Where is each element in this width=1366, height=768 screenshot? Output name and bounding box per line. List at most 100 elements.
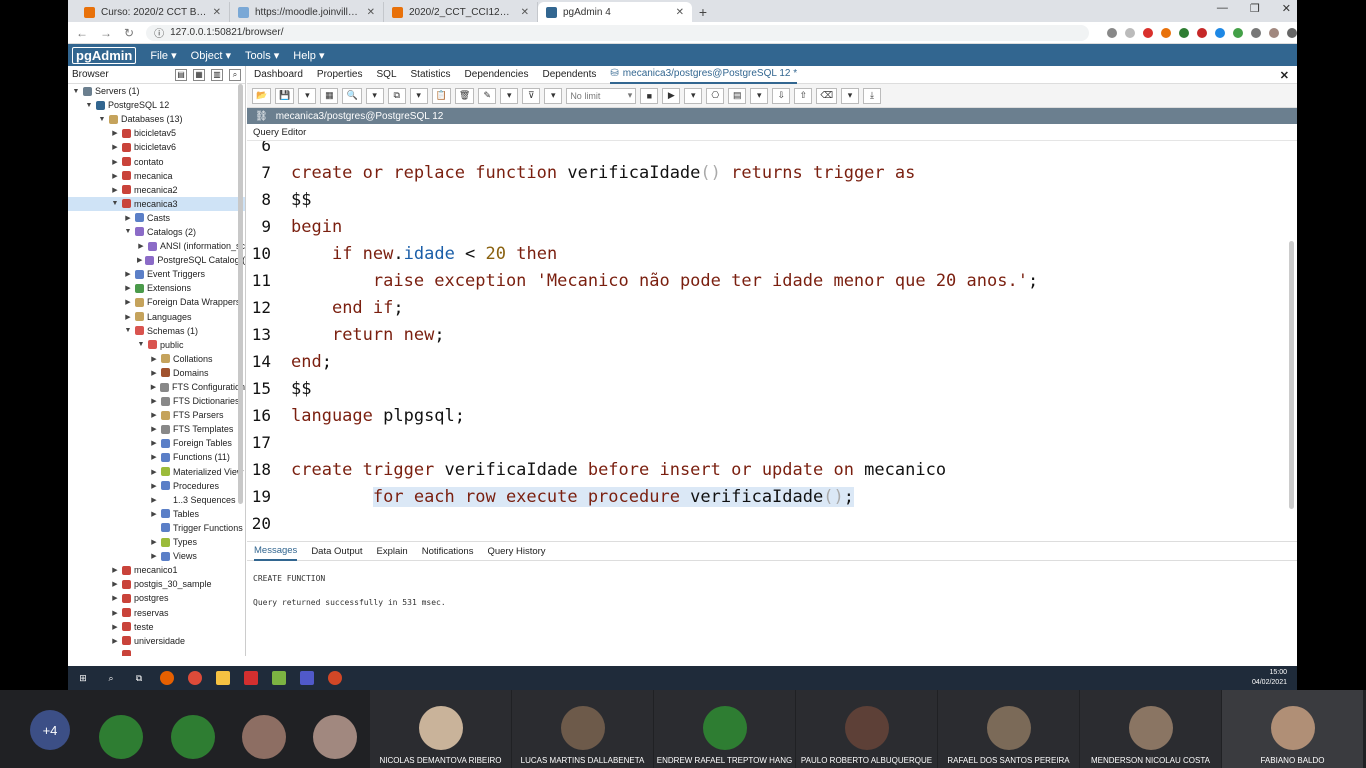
chevron-right-icon[interactable]: ▶ [111, 158, 119, 166]
menu-help[interactable]: Help ▾ [293, 49, 324, 62]
reload-icon[interactable]: ↻ [124, 26, 134, 40]
tree-node[interactable]: ▶ postgis_30_sample [68, 577, 245, 591]
tree-node[interactable]: ▶ mecanico1 [68, 563, 245, 577]
tree-node[interactable]: ▶ Views [68, 549, 245, 563]
tree-node[interactable]: ... [68, 648, 245, 656]
chevron-right-icon[interactable]: ▶ [150, 552, 158, 560]
tree-node[interactable]: ▶ FTS Dictionaries [68, 394, 245, 408]
filter-icon[interactable]: ⊽ [522, 87, 541, 104]
url-field[interactable]: ⓘ 127.0.0.1:50821/browser/ [146, 24, 1089, 41]
extension-icon[interactable] [1143, 27, 1153, 38]
rollback-icon[interactable]: ⇧ [794, 87, 813, 104]
close-tab-icon[interactable]: ✕ [367, 7, 375, 18]
tree-node[interactable]: ▶ Casts [68, 211, 245, 225]
tab-query-tool[interactable]: ⛁ mecanica3/postgres@PostgreSQL 12 * [610, 66, 798, 84]
tree-node[interactable]: ▼ PostgreSQL 12 [68, 98, 245, 112]
limit-select[interactable]: No limit ▾ [566, 87, 637, 104]
execute-icon[interactable]: ▶ [662, 87, 681, 104]
chevron-right-icon[interactable]: ▶ [150, 496, 158, 504]
teams-icon[interactable] [300, 671, 314, 685]
tree-node[interactable]: ▶ Extensions [68, 281, 245, 295]
chevron-down-icon[interactable]: ▾ [684, 87, 703, 104]
tree-node[interactable]: ▶ FTS Templates [68, 422, 245, 436]
menu-object[interactable]: Object ▾ [191, 49, 231, 62]
tree-node[interactable]: ▼ Servers (1) [68, 84, 245, 98]
delete-icon[interactable]: 🗑 [454, 87, 475, 104]
tab-query-history[interactable]: Query History [487, 546, 545, 557]
tree-node[interactable]: ▶ PostgreSQL Catalog ( [68, 253, 245, 267]
browser-tab[interactable]: 2020/2_CCT_CCI122-05U_BAN20 ✕ [384, 2, 538, 22]
close-tab-icon[interactable]: ✕ [521, 7, 529, 18]
minimize-icon[interactable]: — [1217, 2, 1228, 15]
chevron-down-icon[interactable]: ▼ [98, 116, 106, 123]
find-icon[interactable]: 🔍 [342, 87, 362, 104]
download-icon[interactable]: ⤓ [863, 87, 882, 104]
chevron-down-icon[interactable]: ▾ [544, 87, 563, 104]
windows-start-icon[interactable]: ⊞ [76, 671, 90, 685]
puzzle-icon[interactable] [1251, 27, 1261, 38]
chevron-down-icon[interactable]: ▼ [124, 327, 132, 334]
tab-explain[interactable]: Explain [377, 546, 408, 557]
chevron-right-icon[interactable]: ▶ [150, 425, 158, 433]
tree-node[interactable]: ▶ postgres [68, 591, 245, 605]
extension-icon[interactable] [1197, 27, 1207, 38]
back-icon[interactable]: ← [76, 26, 88, 40]
chevron-right-icon[interactable]: ▶ [150, 369, 158, 377]
copy-icon[interactable]: ⧉ [387, 87, 406, 104]
chevron-right-icon[interactable]: ▶ [111, 143, 119, 151]
tree-node[interactable]: ▶ Collations [68, 352, 245, 366]
commit-icon[interactable]: ⇩ [772, 87, 791, 104]
explain-analyze-icon[interactable]: ▤ [728, 87, 747, 104]
connection-label[interactable]: mecanica3/postgres@PostgreSQL 12 [276, 111, 444, 122]
tree-node[interactable]: ▶ bicicletav5 [68, 126, 245, 140]
menu-dots-icon[interactable] [1287, 27, 1297, 38]
task-view-icon[interactable]: ⧉ [132, 671, 146, 685]
chevron-right-icon[interactable]: ▶ [111, 172, 119, 180]
participant-avatar-tile[interactable] [168, 690, 218, 768]
extension-icon[interactable] [1161, 27, 1171, 38]
new-tab-icon[interactable]: + [692, 2, 714, 22]
edit-icon[interactable]: ✎ [478, 87, 497, 104]
close-window-icon[interactable]: ✕ [1282, 2, 1291, 15]
chevron-right-icon[interactable]: ▶ [124, 298, 132, 306]
tree-node[interactable]: ▶ Foreign Tables [68, 436, 245, 450]
chevron-down-icon[interactable]: ▼ [72, 88, 80, 95]
tab-dependencies[interactable]: Dependencies [465, 69, 529, 80]
chevron-down-icon[interactable]: ▼ [85, 102, 93, 109]
tree-node[interactable]: ▶ teste [68, 620, 245, 634]
tab-dependents[interactable]: Dependents [542, 69, 596, 80]
tab-sql[interactable]: SQL [377, 69, 397, 80]
tree-node[interactable]: ▼ Databases (13) [68, 112, 245, 126]
more-participants-button[interactable]: +4 [30, 710, 70, 750]
tree-node[interactable]: ▶ ANSI (information_sc [68, 239, 245, 253]
close-tab-icon[interactable]: ✕ [213, 7, 221, 18]
participant-tile[interactable]: MENDERSON NICOLAU COSTA [1080, 690, 1221, 768]
chevron-down-icon[interactable]: ▾ [750, 87, 769, 104]
chevron-right-icon[interactable]: ▶ [137, 242, 145, 250]
participant-tile[interactable]: RAFAEL DOS SANTOS PEREIRA [938, 690, 1079, 768]
participant-avatar-tile[interactable] [310, 690, 360, 768]
chevron-right-icon[interactable]: ▶ [150, 538, 158, 546]
paste-icon[interactable]: 📋 [431, 87, 451, 104]
extension-icon[interactable] [1215, 27, 1225, 38]
chevron-right-icon[interactable]: ▶ [150, 468, 158, 476]
star-icon[interactable] [1125, 27, 1135, 38]
chevron-right-icon[interactable]: ▶ [150, 383, 157, 391]
browser-tab[interactable]: Curso: 2020/2 CCT BANCO DE Da ✕ [76, 2, 230, 22]
tab-data-output[interactable]: Data Output [311, 546, 362, 557]
save-data-icon[interactable]: ▦ [320, 87, 339, 104]
chevron-right-icon[interactable]: ▶ [150, 411, 158, 419]
tab-properties[interactable]: Properties [317, 69, 363, 80]
tree-node[interactable]: ▼ Schemas (1) [68, 324, 245, 338]
tree-node[interactable]: ▶ mecanica [68, 169, 245, 183]
participant-avatar-tile[interactable] [96, 690, 146, 768]
tree-node[interactable]: ▶ FTS Configuration [68, 380, 245, 394]
chrome-icon[interactable] [188, 671, 202, 685]
chevron-down-icon[interactable]: ▾ [365, 87, 384, 104]
avatar[interactable] [1269, 27, 1279, 38]
chevron-right-icon[interactable]: ▶ [111, 637, 119, 645]
participant-tile[interactable]: ENDREW RAFAEL TREPTOW HANG [654, 690, 795, 768]
table-icon[interactable]: ▦ [193, 68, 205, 81]
powerpoint-icon[interactable] [328, 671, 342, 685]
chevron-down-icon[interactable]: ▼ [137, 341, 145, 348]
